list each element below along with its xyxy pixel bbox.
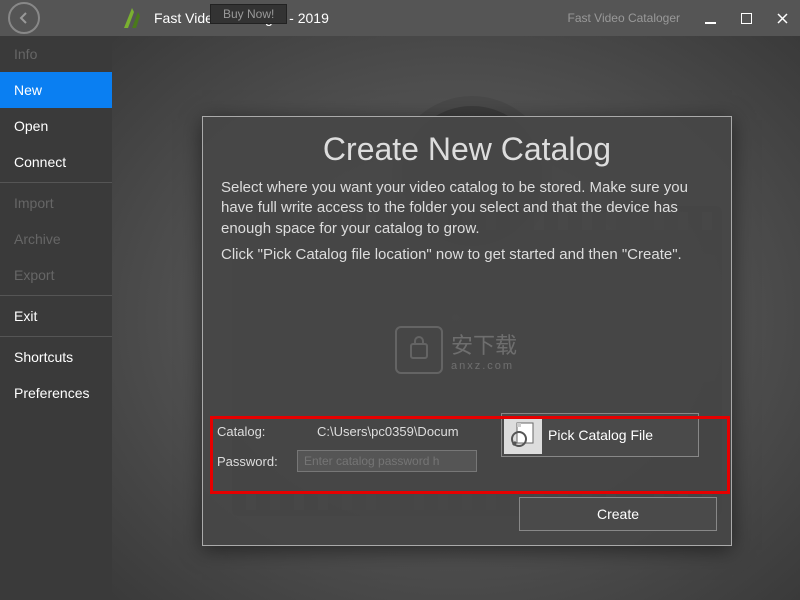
magnifier-document-icon — [504, 416, 542, 454]
create-button[interactable]: Create — [519, 497, 717, 531]
create-button-label: Create — [597, 506, 639, 522]
sidebar-item-export: Export — [0, 257, 112, 293]
app-logo-icon — [120, 6, 144, 30]
sidebar-item-connect[interactable]: Connect — [0, 144, 112, 180]
dialog-title: Create New Catalog — [221, 131, 713, 168]
sidebar-item-preferences[interactable]: Preferences — [0, 375, 112, 411]
dialog-paragraph-1: Select where you want your video catalog… — [221, 178, 713, 239]
sidebar-item-import: Import — [0, 185, 112, 221]
close-icon — [777, 13, 788, 24]
catalog-path-value: C:\Users\pc0359\Docum — [317, 424, 459, 439]
sidebar-separator — [0, 336, 112, 337]
maximize-button[interactable] — [728, 0, 764, 36]
sidebar-separator — [0, 295, 112, 296]
sidebar-separator — [0, 182, 112, 183]
maximize-icon — [741, 13, 752, 24]
sidebar-item-shortcuts[interactable]: Shortcuts — [0, 339, 112, 375]
sidebar-item-info: Info — [0, 36, 112, 72]
sidebar-item-exit[interactable]: Exit — [0, 298, 112, 334]
main: Info New Open Connect Import Archive Exp… — [0, 36, 800, 600]
title-right-text: Fast Video Cataloger — [567, 11, 680, 25]
sidebar-item-archive: Archive — [0, 221, 112, 257]
sidebar-item-new[interactable]: New — [0, 72, 112, 108]
password-label: Password: — [217, 454, 297, 469]
create-catalog-dialog: Create New Catalog Select where you want… — [202, 116, 732, 546]
content-area: Create New Catalog Select where you want… — [112, 36, 800, 600]
password-input[interactable] — [297, 450, 477, 472]
pick-catalog-file-button[interactable]: Pick Catalog File — [501, 413, 699, 457]
dialog-paragraph-2: Click "Pick Catalog file location" now t… — [221, 245, 713, 265]
close-button[interactable] — [764, 0, 800, 36]
buy-now-button[interactable]: Buy Now! — [210, 4, 287, 24]
catalog-label: Catalog: — [217, 424, 297, 439]
sidebar: Info New Open Connect Import Archive Exp… — [0, 36, 112, 600]
sidebar-item-open[interactable]: Open — [0, 108, 112, 144]
back-arrow-icon — [16, 10, 32, 26]
minimize-icon — [705, 13, 716, 24]
minimize-button[interactable] — [692, 0, 728, 36]
titlebar: Fast Video Cataloger - 2019 Buy Now! Fas… — [0, 0, 800, 36]
back-button[interactable] — [8, 2, 40, 34]
pick-button-label: Pick Catalog File — [548, 427, 653, 443]
